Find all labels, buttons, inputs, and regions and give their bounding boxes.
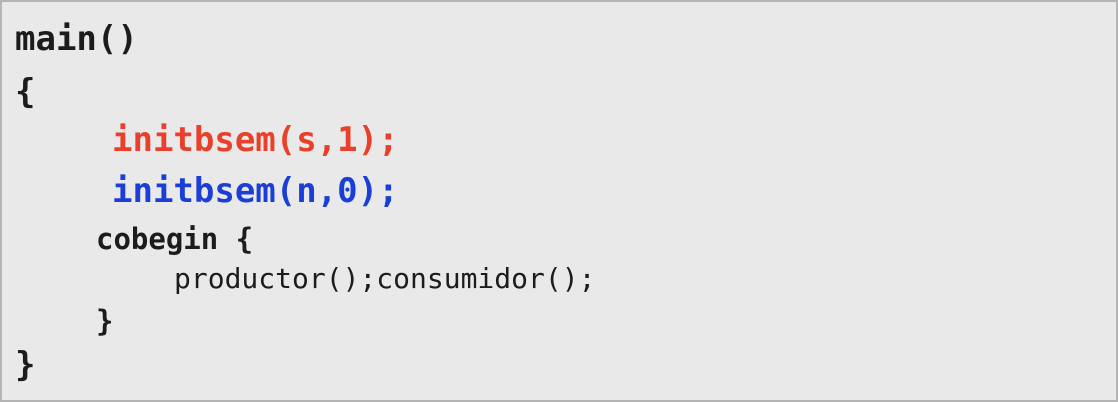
slide-canvas: main() { initbsem(s,1); initbsem(n,0); c…: [0, 0, 1118, 402]
code-line-calls: productor();consumidor();: [174, 262, 596, 295]
code-line-initbsem-n: initbsem(n,0);: [112, 171, 399, 211]
code-line-open-brace: {: [15, 72, 36, 112]
code-line-initbsem-s: initbsem(s,1);: [112, 120, 399, 160]
code-line-close-brace: }: [15, 345, 36, 385]
code-line-cobegin: cobegin {: [96, 222, 254, 256]
code-line-main: main(): [15, 19, 138, 59]
code-line-cobegin-close: }: [96, 304, 114, 338]
code-block: main() { initbsem(s,1); initbsem(n,0); c…: [2, 2, 1116, 400]
